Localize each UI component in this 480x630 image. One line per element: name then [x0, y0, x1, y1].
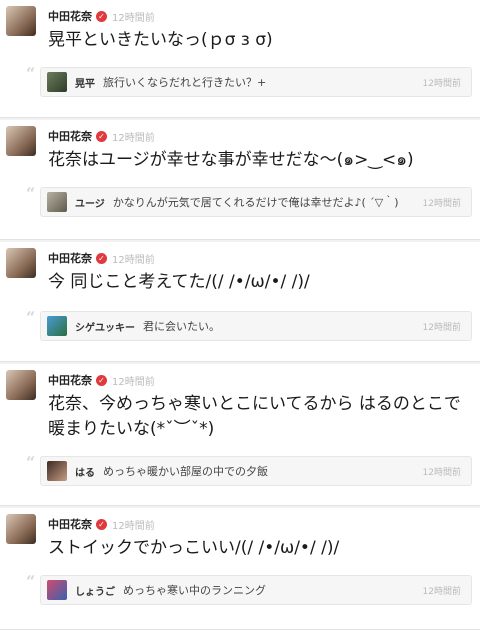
- post-item: 中田花奈 ✓ 12時間前 花奈、今めっちゃ寒いとこにいてるから はるのとこで暖ま…: [0, 364, 480, 506]
- avatar[interactable]: [6, 514, 36, 544]
- post-text: 今 同じこと考えてた/(/ /•/ω/•/ /)/: [48, 272, 310, 292]
- verified-badge-icon: ✓: [96, 252, 107, 264]
- reply-time: 12時間前: [422, 586, 461, 597]
- avatar[interactable]: [6, 248, 36, 278]
- post-item: 中田花奈 ✓ 12時間前 ストイックでかっこいい/(/ /•/ω/•/ /)/ …: [0, 508, 480, 630]
- quote-icon: “: [26, 572, 36, 591]
- quoted-comment[interactable]: シゲユッキー 君に会いたい。 12時間前: [40, 311, 472, 341]
- quoted-comment[interactable]: しょうご めっちゃ寒い中のランニング 12時間前: [40, 575, 472, 605]
- post-header: 中田花奈 ✓ 12時間前: [48, 516, 155, 532]
- reply-author-name[interactable]: シゲユッキー: [75, 319, 135, 334]
- reply-avatar[interactable]: [47, 316, 67, 336]
- reply-text: 旅行いくならだれと行きたい？+: [103, 76, 267, 89]
- quote-icon: “: [26, 453, 36, 472]
- reply-author-name[interactable]: ユージ: [75, 195, 105, 210]
- post-time: 12時間前: [112, 12, 155, 24]
- quote-icon: “: [26, 64, 36, 83]
- reply-author-name[interactable]: しょうご: [75, 583, 115, 598]
- post-time: 12時間前: [112, 254, 155, 266]
- post-header: 中田花奈 ✓ 12時間前: [48, 128, 155, 144]
- post-item: 中田花奈 ✓ 12時間前 今 同じこと考えてた/(/ /•/ω/•/ /)/ “…: [0, 242, 480, 362]
- author-name[interactable]: 中田花奈: [48, 516, 92, 532]
- post-time: 12時間前: [112, 132, 155, 144]
- post-text: ストイックでかっこいい/(/ /•/ω/•/ /)/: [48, 538, 340, 558]
- quoted-comment[interactable]: はる めっちゃ暖かい部屋の中での夕飯 12時間前: [40, 456, 472, 486]
- post-header: 中田花奈 ✓ 12時間前: [48, 372, 155, 388]
- author-name[interactable]: 中田花奈: [48, 250, 92, 266]
- post-text: 晃平といきたいなっ(ｐσ з σ): [48, 30, 273, 50]
- verified-badge-icon: ✓: [96, 374, 107, 386]
- post-item: 中田花奈 ✓ 12時間前 花奈はユージが幸せな事が幸せだな〜(๑>‿<๑) “ …: [0, 120, 480, 240]
- post-time: 12時間前: [112, 376, 155, 388]
- avatar[interactable]: [6, 370, 36, 400]
- reply-text: かなりんが元気で居てくれるだけで俺は幸せだよ♪( ´▽｀): [112, 196, 399, 209]
- author-name[interactable]: 中田花奈: [48, 372, 92, 388]
- reply-avatar[interactable]: [47, 461, 67, 481]
- verified-badge-icon: ✓: [96, 10, 107, 22]
- reply-avatar[interactable]: [47, 72, 67, 92]
- avatar[interactable]: [6, 126, 36, 156]
- reply-text: めっちゃ暖かい部屋の中での夕飯: [103, 465, 268, 478]
- author-name[interactable]: 中田花奈: [48, 8, 92, 24]
- reply-time: 12時間前: [422, 467, 461, 478]
- author-name[interactable]: 中田花奈: [48, 128, 92, 144]
- reply-author-name[interactable]: はる: [75, 464, 95, 479]
- post-time: 12時間前: [112, 520, 155, 532]
- post-header: 中田花奈 ✓ 12時間前: [48, 8, 155, 24]
- quoted-comment[interactable]: 晃平 旅行いくならだれと行きたい？+ 12時間前: [40, 67, 472, 97]
- reply-time: 12時間前: [422, 322, 461, 333]
- reply-text: めっちゃ寒い中のランニング: [123, 584, 266, 597]
- feed: 中田花奈 ✓ 12時間前 晃平といきたいなっ(ｐσ з σ) “ 晃平 旅行いく…: [0, 0, 480, 630]
- post-item: 中田花奈 ✓ 12時間前 晃平といきたいなっ(ｐσ з σ) “ 晃平 旅行いく…: [0, 0, 480, 118]
- avatar[interactable]: [6, 6, 36, 36]
- reply-text: 君に会いたい。: [143, 320, 220, 333]
- verified-badge-icon: ✓: [96, 130, 107, 142]
- post-header: 中田花奈 ✓ 12時間前: [48, 250, 155, 266]
- post-text: 花奈はユージが幸せな事が幸せだな〜(๑>‿<๑): [48, 150, 414, 170]
- verified-badge-icon: ✓: [96, 518, 107, 530]
- quoted-comment[interactable]: ユージ かなりんが元気で居てくれるだけで俺は幸せだよ♪( ´▽｀) 12時間前: [40, 187, 472, 217]
- post-text: 花奈、今めっちゃ寒いとこにいてるから はるのとこで暖まりたいな(*ˇ︶ˇ*): [48, 394, 461, 439]
- reply-time: 12時間前: [422, 198, 461, 209]
- reply-author-name[interactable]: 晃平: [75, 75, 95, 90]
- quote-icon: “: [26, 308, 36, 327]
- reply-avatar[interactable]: [47, 192, 67, 212]
- quote-icon: “: [26, 184, 36, 203]
- reply-avatar[interactable]: [47, 580, 67, 600]
- reply-time: 12時間前: [422, 78, 461, 89]
